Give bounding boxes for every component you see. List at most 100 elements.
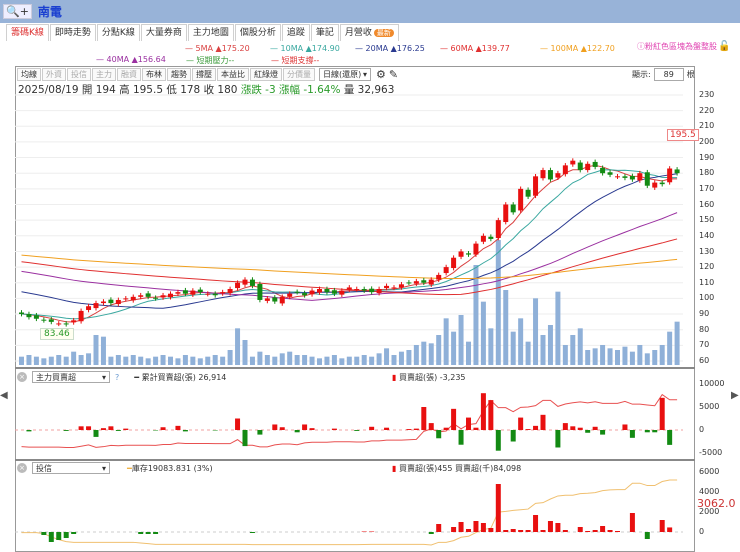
tab-2[interactable]: 分點K線	[96, 24, 140, 41]
net-bar	[600, 430, 606, 435]
tab-label: 籌碼K線	[11, 28, 44, 38]
volume-bar	[235, 328, 241, 365]
price-chart[interactable]	[15, 92, 683, 368]
unlock-icon[interactable]: 🔓	[718, 41, 730, 52]
candle	[480, 235, 486, 242]
net-bar	[257, 430, 263, 435]
axis-tick-label: 190	[699, 152, 715, 162]
net-bar	[86, 426, 92, 430]
tab-7[interactable]: 筆記	[310, 24, 339, 41]
volume-bar	[220, 356, 226, 365]
pen-icon[interactable]: ✎	[389, 68, 398, 81]
legend-label: 短期支撐--	[281, 56, 320, 65]
net-bar	[458, 430, 464, 445]
scroll-left-arrow[interactable]: ◀	[0, 390, 8, 401]
toolbar-button[interactable]: 均線	[17, 68, 41, 81]
tab-4[interactable]: 主力地圖	[187, 24, 234, 41]
volume-bar	[369, 356, 375, 365]
net-bar	[644, 430, 650, 433]
candle	[518, 188, 524, 211]
candle	[309, 290, 315, 295]
candle	[644, 172, 650, 186]
volume-bar	[503, 290, 509, 365]
candle	[287, 293, 293, 297]
volume-bar	[413, 345, 419, 365]
net-bar	[667, 430, 673, 445]
volume-bar	[667, 331, 673, 365]
tab-8[interactable]: 月營收 最新	[339, 24, 399, 41]
candle	[361, 289, 367, 291]
indicator1-chart[interactable]	[15, 370, 683, 460]
gear-icon[interactable]: ⚙	[376, 68, 386, 81]
volume-bar	[518, 318, 524, 365]
axis-tick-label: 160	[699, 199, 715, 209]
volume-bar	[145, 358, 151, 365]
tab-label: 分點K線	[101, 28, 135, 38]
indicator2-chart[interactable]	[15, 462, 683, 552]
magnifier-plus-icon[interactable]: 🔍+	[3, 4, 32, 19]
net-bar	[249, 532, 255, 533]
candle	[302, 293, 308, 296]
toolbar-button[interactable]: 本益比	[217, 68, 249, 81]
toolbar-button[interactable]: 紅綠燈	[250, 68, 282, 81]
tab-0[interactable]: 籌碼K線	[6, 24, 49, 41]
scroll-right-arrow[interactable]: ▶	[731, 390, 739, 401]
candle	[26, 314, 32, 318]
candle	[19, 312, 24, 315]
tab-1[interactable]: 即時走勢	[49, 24, 96, 41]
holding-line	[21, 479, 678, 546]
toolbar-button[interactable]: 主力	[92, 68, 116, 81]
toolbar-button[interactable]: 分價量	[283, 68, 315, 81]
cumulative-line	[21, 393, 678, 448]
net-bar	[652, 430, 658, 433]
candle	[242, 279, 248, 285]
net-bar	[562, 530, 568, 532]
candle	[577, 162, 583, 171]
volume-bar	[607, 348, 613, 365]
divider[interactable]	[15, 459, 695, 461]
period-select[interactable]: 日線(還原) ▾	[319, 68, 371, 81]
tab-6[interactable]: 追蹤	[281, 24, 310, 41]
net-bar	[533, 515, 539, 532]
net-bar	[235, 418, 241, 430]
candle	[451, 257, 457, 269]
volume-bar	[577, 328, 583, 365]
toolbar-button[interactable]: 外資	[42, 68, 66, 81]
tab-5[interactable]: 個股分析	[234, 24, 281, 41]
candle	[637, 173, 643, 181]
candle	[130, 296, 136, 301]
net-bar	[100, 428, 106, 430]
net-bar	[629, 513, 635, 532]
candle	[324, 289, 330, 293]
axis-tick-label: 170	[699, 183, 715, 193]
low-price-tag: 83.46	[40, 328, 74, 340]
candle	[436, 274, 442, 280]
net-bar	[667, 527, 673, 532]
candle	[123, 298, 129, 300]
toolbar-button[interactable]: 布林	[142, 68, 166, 81]
toolbar-button[interactable]: 融資	[117, 68, 141, 81]
legend-item: — 40MA ▲156.64	[96, 55, 166, 64]
tab-3[interactable]: 大量券商	[140, 24, 187, 41]
volume-bar	[33, 356, 39, 365]
divider[interactable]	[15, 367, 695, 369]
legend-label: 5MA ▲175.20	[195, 44, 250, 53]
toolbar-button[interactable]: 撐壓	[192, 68, 216, 81]
legend-item: — 短期壓力--	[186, 56, 235, 65]
volume-bar	[659, 345, 665, 365]
net-bar	[428, 423, 434, 430]
toolbar-button[interactable]: 投信	[67, 68, 91, 81]
axis-tick-label: 130	[699, 246, 715, 256]
net-bar	[451, 527, 457, 532]
volume-bar	[108, 356, 114, 365]
show-count-input[interactable]: 89	[653, 68, 684, 81]
net-bar	[577, 427, 583, 430]
axis-tick-label: 230	[699, 90, 715, 99]
candle	[466, 253, 471, 255]
toolbar-button[interactable]: 趨勢	[167, 68, 191, 81]
candle	[317, 289, 322, 293]
net-bar	[518, 530, 524, 532]
volume-bar	[339, 358, 345, 365]
volume-bar	[428, 343, 434, 365]
candle	[33, 315, 39, 319]
